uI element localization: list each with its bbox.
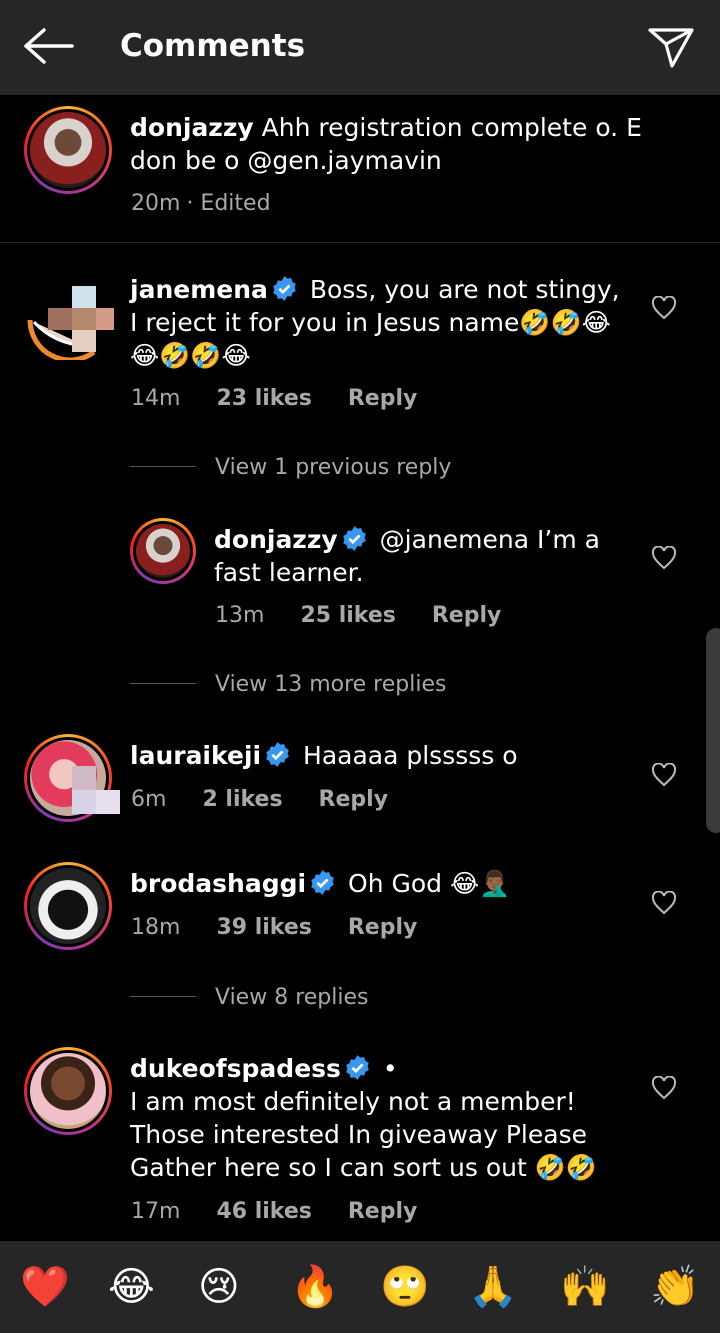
edited-label: · Edited [186,191,271,216]
divider [130,466,196,467]
reply-button[interactable]: Reply [319,787,389,812]
caption-meta: 20m · Edited [131,191,307,216]
top-bar: Comments [0,0,720,95]
divider [0,242,720,243]
comment-meta: 13m 25 likes Reply [215,603,537,628]
comment-text: lauraikeji Haaaaa plsssss o [130,739,640,772]
username[interactable]: lauraikeji [130,741,261,770]
avatar[interactable] [24,1047,112,1135]
comment-meta: 17m 46 likes Reply [131,1199,453,1224]
likes-count[interactable]: 39 likes [216,915,311,940]
emoji-button-pray[interactable]: 🙏 [468,1263,518,1311]
comment-text: janemena Boss, you are not stingy, I rej… [130,273,630,372]
emoji-button-raised-hands[interactable]: 🙌 [560,1263,610,1311]
emoji-button-fire[interactable]: 🔥 [290,1263,340,1311]
view-replies-link[interactable]: View 8 replies [215,985,368,1010]
verified-badge-icon [311,870,334,895]
divider [130,996,196,997]
comment-meta: 14m 23 likes Reply [131,386,453,411]
likes-count[interactable]: 46 likes [216,1199,311,1224]
username[interactable]: dukeofspadess [130,1054,341,1083]
scrollbar[interactable] [706,628,720,833]
emoji-button-clap[interactable]: 👏 [650,1263,700,1311]
emoji-button-cry[interactable]: 😢 [198,1263,240,1311]
separator-dot: • [382,1054,398,1083]
emoji-quick-bar: ❤️ 😂 😢 🔥 🙄 🙏 🙌 👏 [0,1241,720,1333]
heart-outline-icon[interactable] [651,1076,677,1100]
emoji-button-eyeroll[interactable]: 🙄 [380,1263,430,1311]
view-replies-link[interactable]: View 1 previous reply [215,455,451,480]
heart-outline-icon[interactable] [651,763,677,787]
reply-button[interactable]: Reply [348,915,418,940]
timestamp: 17m [131,1199,181,1224]
reply-button[interactable]: Reply [432,603,502,628]
verified-badge-icon [342,526,366,551]
view-replies-link[interactable]: View 13 more replies [215,672,446,697]
heart-outline-icon[interactable] [651,891,677,915]
comment-text: dukeofspadess • I am most definitely not… [130,1052,600,1184]
verified-badge-icon [266,742,289,767]
send-icon[interactable] [646,24,696,70]
comment-body: Oh God 😂🤦🏾‍♂️ [348,869,511,898]
username[interactable]: donjazzy [130,113,254,142]
emoji-button-joy[interactable]: 😂 [108,1263,155,1311]
avatar-image [96,790,120,814]
comment-body: Haaaaa plsssss o [303,741,518,770]
heart-outline-icon[interactable] [651,546,677,570]
avatar[interactable] [24,862,112,950]
verified-badge-icon [346,1055,369,1080]
avatar[interactable] [130,518,196,584]
reply-button[interactable]: Reply [348,386,418,411]
comment-text: brodashaggi Oh God 😂🤦🏾‍♂️ [130,867,640,900]
timestamp: 14m [131,386,181,411]
username[interactable]: donjazzy [214,525,338,554]
comment-meta: 18m 39 likes Reply [131,915,453,940]
avatar[interactable] [24,106,112,194]
verified-badge-icon [273,276,296,301]
likes-count[interactable]: 25 likes [300,603,395,628]
timestamp: 18m [131,915,181,940]
username[interactable]: brodashaggi [130,869,306,898]
avatar[interactable] [24,270,114,363]
caption-text: donjazzy Ahh registration complete o. E … [130,111,660,177]
timestamp: 13m [215,603,265,628]
comment-text: donjazzy @janemena I’m a fast learner. [214,523,634,589]
emoji-button-heart[interactable]: ❤️ [20,1263,70,1311]
likes-count[interactable]: 2 likes [202,787,282,812]
avatar-image [72,790,96,814]
divider [130,683,196,684]
heart-outline-icon[interactable] [651,296,677,320]
timestamp: 20m [131,191,181,216]
reply-button[interactable]: Reply [348,1199,418,1224]
timestamp: 6m [131,787,167,812]
username[interactable]: janemena [130,275,268,304]
avatar-image [72,766,96,790]
comment-body: I am most definitely not a member! Those… [130,1087,597,1182]
likes-count[interactable]: 23 likes [216,386,311,411]
page-title: Comments [120,28,306,64]
arrow-left-icon[interactable] [22,26,74,66]
comment-meta: 6m 2 likes Reply [131,787,424,812]
